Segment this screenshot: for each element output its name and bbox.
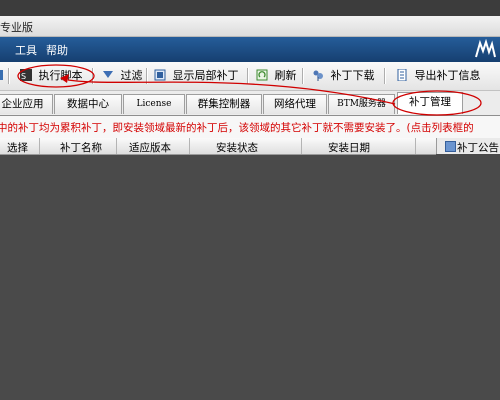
execute-script-button[interactable]: S 执行脚本: [20, 68, 83, 84]
patch-notice-text: 中的补丁均为累积补丁，即安装领域最新的补丁后，该领域的其它补丁就不需要安装了。(…: [0, 122, 474, 134]
tab-bar: 企业应用 数据中心 License 群集控制器 网络代理 BTM服务器 补丁管理: [0, 91, 500, 116]
local-patch-icon: [154, 69, 166, 81]
export-icon: [397, 69, 407, 81]
column-install-date[interactable]: 安装日期: [328, 140, 370, 155]
patch-download-button[interactable]: 补丁下载: [312, 68, 375, 84]
patch-table-header: 选择 补丁名称 适应版本 安装状态 安装日期: [0, 138, 436, 155]
tab-data-center[interactable]: 数据中心: [54, 94, 122, 114]
column-install-status[interactable]: 安装状态: [216, 140, 258, 155]
menu-item-tools[interactable]: 工具: [15, 42, 37, 58]
refresh-button[interactable]: 刷新: [256, 68, 297, 84]
patch-announcement-label: 补丁公告: [457, 142, 499, 154]
patch-announcement-checkbox[interactable]: [445, 141, 456, 152]
column-patch-name[interactable]: 补丁名称: [60, 140, 102, 155]
filter-icon: [103, 71, 113, 78]
execute-script-label: 执行脚本: [38, 69, 83, 82]
filter-label: 过滤: [120, 69, 143, 82]
tab-btm-server[interactable]: BTM服务器: [328, 94, 395, 114]
menu-bar: 工具 帮助: [0, 37, 500, 62]
tab-patch-management[interactable]: 补丁管理: [397, 92, 463, 114]
column-select[interactable]: 选择: [7, 140, 28, 155]
column-applicable-version[interactable]: 适应版本: [129, 140, 171, 155]
title-bar: 专业版: [0, 16, 500, 37]
patch-download-label: 补丁下载: [330, 69, 375, 82]
export-patch-info-label: 导出补丁信息: [414, 69, 481, 82]
show-local-patch-button[interactable]: 显示局部补丁: [154, 68, 239, 84]
download-icon: [313, 70, 323, 81]
svg-text:S: S: [21, 72, 26, 81]
tab-network-proxy[interactable]: 网络代理: [263, 94, 327, 114]
background-strip: [0, 0, 500, 16]
tab-cluster-controller[interactable]: 群集控制器: [186, 94, 262, 114]
window-title: 专业版: [0, 21, 33, 34]
tab-license[interactable]: License: [123, 94, 185, 114]
toolbar: S 执行脚本 过滤 显示局部补丁 刷新 补丁下载 导出补丁信息: [0, 62, 500, 91]
show-local-patch-label: 显示局部补丁: [172, 69, 239, 82]
export-patch-info-button[interactable]: 导出补丁信息: [396, 68, 481, 84]
refresh-icon: [256, 69, 268, 81]
refresh-label: 刷新: [274, 69, 297, 82]
script-run-icon: S: [20, 69, 32, 81]
menu-item-help[interactable]: 帮助: [46, 42, 68, 58]
tab-enterprise-apps[interactable]: 企业应用: [0, 94, 53, 114]
patch-notice-bar: 中的补丁均为累积补丁，即安装领域最新的补丁后，该领域的其它补丁就不需要安装了。(…: [0, 116, 500, 138]
brand-logo-icon: [475, 39, 496, 58]
filter-button[interactable]: 过滤: [102, 68, 143, 84]
patch-announcement-panel: 补丁公告: [436, 138, 500, 154]
